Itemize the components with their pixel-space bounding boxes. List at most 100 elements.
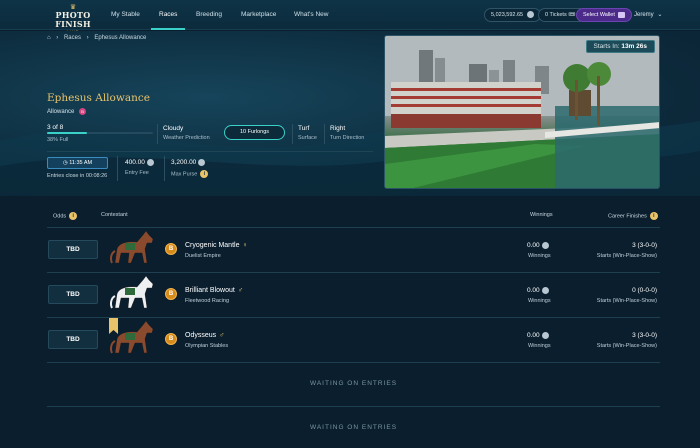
weather-label: Weather Prediction — [163, 135, 210, 141]
horse-stable: Olympian Stables — [185, 343, 229, 349]
winnings-value: 0.00 — [527, 287, 549, 294]
info-icon[interactable]: i — [649, 212, 658, 220]
horse-name[interactable]: Cryogenic Mantle ♀ — [185, 242, 248, 249]
sex-icon: ♂ — [219, 332, 225, 339]
table-row[interactable]: TBD B Cryogenic Mantle ♀ Duelist Empire 0… — [47, 227, 660, 272]
waiting-slot: WAITING ON ENTRIES — [47, 362, 660, 406]
tickets-pill[interactable]: 0 Tickets 🎟 — [538, 8, 582, 22]
max-purse-text: Max Purse i — [171, 170, 209, 178]
coin-icon — [198, 159, 206, 166]
class-badge-icon: B — [79, 108, 87, 115]
career-header: Career Finishes i — [608, 212, 658, 220]
entry-fee-label: Entry Fee — [125, 170, 149, 176]
career-label: Starts (Win-Place-Show) — [596, 343, 657, 349]
nav-my-stable[interactable]: My Stable — [111, 0, 140, 30]
odds-cell: TBD — [48, 285, 98, 304]
logo-text: PHOTO FINISH — [55, 10, 91, 29]
token-icon: B — [165, 333, 177, 345]
coin-icon — [541, 332, 549, 339]
entries-count: 3 of 8 — [47, 124, 64, 131]
wallet-icon — [618, 11, 626, 18]
horse-name-label: Brilliant Blowout — [185, 287, 235, 294]
surface-value: Turf — [298, 125, 310, 132]
track-scene — [385, 36, 659, 188]
coin-icon — [541, 287, 549, 294]
divider — [292, 124, 293, 144]
chevron-down-icon: ⌄ — [657, 12, 663, 18]
winnings-amount: 0.00 — [527, 332, 540, 340]
tickets-value: 0 Tickets — [545, 12, 567, 18]
table-row[interactable]: TBD B Brilliant Blowout ♂ Fleetwood Racin… — [47, 272, 660, 317]
starts-in-label: Starts In: — [593, 43, 620, 50]
entries-full: 38% Full — [47, 137, 69, 143]
sex-icon: ♂ — [237, 287, 244, 294]
breadcrumb: ⌂ › Races › Ephesus Allowance — [47, 35, 150, 41]
balance-value: 5,023,592.65 — [491, 12, 524, 18]
horse-icon — [110, 230, 154, 264]
entries-progress-fill — [47, 132, 88, 134]
entries-close-countdown: Entries close in 00:08:26 — [47, 173, 108, 179]
wallet-label: Select Wallet — [583, 12, 615, 18]
horse-name-label: Odysseus — [185, 332, 217, 339]
winnings-amount: 0.00 — [527, 242, 540, 250]
race-class-label: Allowance — [47, 109, 75, 116]
winnings-value: 0.00 — [527, 332, 549, 339]
divider — [117, 156, 118, 181]
logo[interactable]: ♛ PHOTO FINISH LIVE — [46, 4, 100, 34]
select-wallet-button[interactable]: Select Wallet — [576, 8, 633, 22]
nav-marketplace[interactable]: Marketplace — [241, 0, 276, 30]
nav-races[interactable]: Races — [150, 0, 187, 30]
divider — [164, 156, 165, 181]
odds-header-label: Odds — [53, 213, 67, 220]
career-header-label: Career Finishes — [608, 213, 647, 220]
divider — [324, 124, 325, 144]
entry-fee-value: 400.00 — [125, 159, 145, 167]
career-value: 3 (3-0-0) — [632, 242, 657, 249]
winnings-label: Winnings — [528, 298, 551, 304]
entries-progress — [47, 132, 153, 134]
odds-cell: TBD — [48, 330, 98, 349]
track-image: Starts In: 13m 26s — [384, 35, 660, 189]
starts-in-countdown: Starts In: 13m 26s — [585, 40, 655, 53]
breadcrumb-races[interactable]: Races — [64, 35, 81, 41]
surface-label: Surface — [298, 135, 317, 141]
divider — [157, 124, 158, 144]
top-nav: ♛ PHOTO FINISH LIVE My Stable Races Bree… — [0, 0, 700, 34]
token-icon: B — [165, 243, 177, 255]
horse-stable: Fleetwood Racing — [185, 298, 230, 304]
winnings-label: Winnings — [528, 253, 551, 259]
post-time-button[interactable]: ◷ 11:35 AM — [47, 157, 108, 169]
info-icon[interactable]: i — [200, 170, 209, 178]
balance-pill[interactable]: 5,023,592.65 — [484, 8, 541, 22]
max-purse-label: Max Purse — [171, 171, 198, 178]
horse-name[interactable]: Brilliant Blowout ♂ — [185, 287, 243, 294]
horse-icon — [110, 275, 154, 309]
distance-badge: 10 Furlongs — [224, 125, 285, 140]
table-header: Odds i Contestant Winnings Career Finishe… — [0, 205, 700, 225]
home-icon[interactable]: ⌂ — [47, 35, 51, 41]
coin-icon — [541, 242, 549, 249]
career-label: Starts (Win-Place-Show) — [596, 253, 657, 259]
breadcrumb-sep: › — [86, 35, 89, 41]
odds-header: Odds i — [53, 212, 78, 220]
entry-fee: 400.00 — [125, 159, 154, 166]
nav-whats-new[interactable]: What's New — [294, 0, 328, 30]
nav-breeding[interactable]: Breeding — [196, 0, 222, 30]
bookmark-icon — [109, 318, 118, 334]
horse-name[interactable]: Odysseus ♂ — [185, 332, 224, 339]
odds-cell: TBD — [48, 240, 98, 259]
winnings-header: Winnings — [530, 212, 553, 218]
race-title: Ephesus Allowance — [47, 92, 150, 104]
breadcrumb-sep: › — [56, 35, 59, 41]
coin-icon — [146, 159, 154, 166]
turn-value: Right — [330, 125, 346, 132]
race-class: Allowance B — [47, 108, 87, 116]
user-menu[interactable]: Jeremy ⌄ — [634, 0, 662, 30]
horse-name-label: Cryogenic Mantle — [185, 242, 240, 249]
weather-value: Cloudy — [163, 125, 184, 132]
info-icon[interactable]: i — [69, 212, 78, 220]
sex-icon: ♀ — [242, 242, 248, 249]
token-icon: B — [165, 288, 177, 300]
clock-icon: ◷ — [62, 160, 68, 166]
table-row[interactable]: TBD B Odysseus ♂ Olympian Stables 0.00 Wi… — [47, 317, 660, 362]
